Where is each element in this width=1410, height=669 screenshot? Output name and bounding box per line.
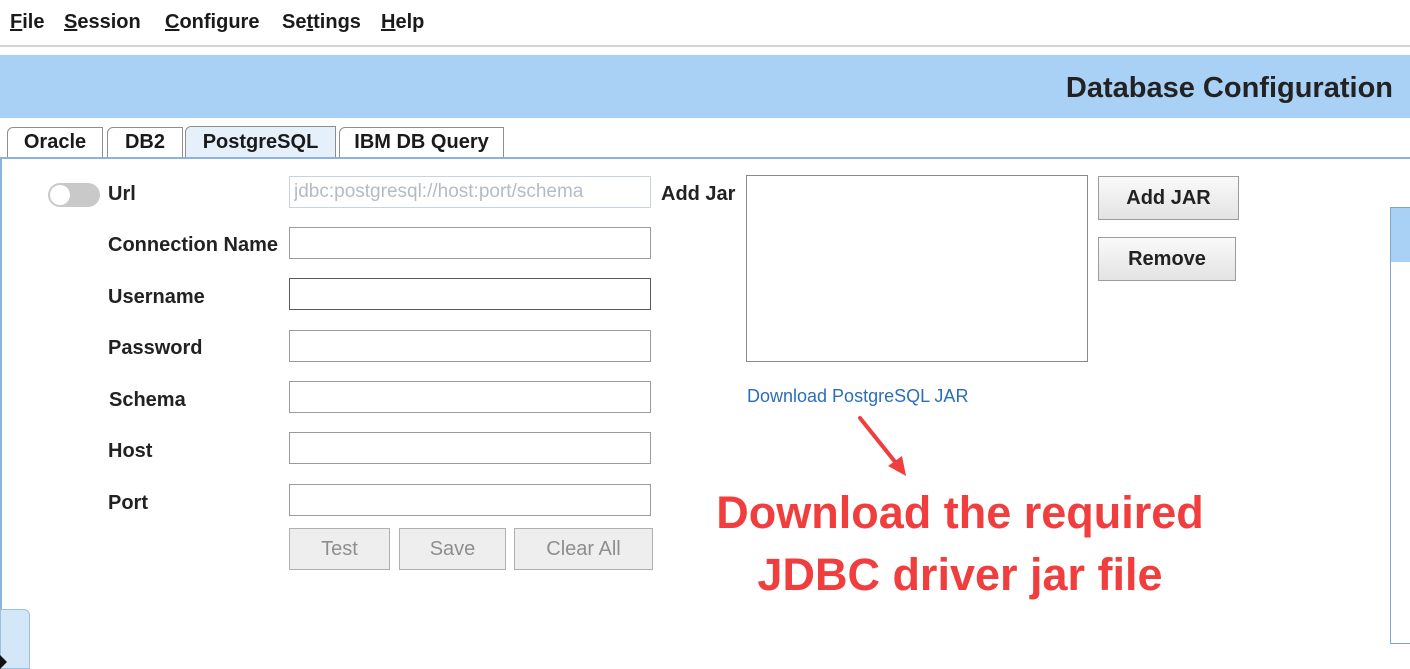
menu-configure[interactable]: Configure [165,11,259,34]
menu-session[interactable]: Session [64,11,141,34]
connection-name-input[interactable] [289,227,651,259]
page-title: Database Configuration [1065,72,1393,104]
connection-name-label: Connection Name [108,234,279,256]
jar-list[interactable] [746,175,1088,362]
username-input[interactable] [289,278,651,310]
menu-bar: File Session Configure Settings Help [0,0,1410,44]
username-label: Username [108,286,205,308]
right-panel-header [1391,208,1410,262]
annotation-line-2: JDBC driver jar file [757,549,1163,600]
remove-button[interactable]: Remove [1098,237,1236,281]
schema-input[interactable] [289,381,651,413]
add-jar-label: Add Jar [661,183,736,205]
host-input[interactable] [289,432,651,464]
port-label: Port [108,492,148,514]
menu-help[interactable]: Help [381,11,424,34]
url-toggle-switch[interactable] [48,183,100,207]
host-label: Host [108,440,153,462]
panel-top-border [0,157,1410,159]
menu-file[interactable]: File [10,11,44,34]
url-label: Url [108,183,136,205]
schema-label: Schema [109,389,186,411]
url-input[interactable] [289,176,651,208]
tab-oracle[interactable]: Oracle [7,127,103,157]
expand-arrow-icon[interactable] [0,655,7,669]
add-jar-button[interactable]: Add JAR [1098,176,1239,220]
clear-all-button[interactable]: Clear All [514,528,653,570]
annotation-text: Download the required JDBC driver jar fi… [680,482,1240,606]
tab-postgresql[interactable]: PostgreSQL [185,126,336,158]
menu-settings[interactable]: Settings [282,11,361,34]
password-input[interactable] [289,330,651,362]
toggle-knob [50,185,70,205]
download-postgresql-jar-link[interactable]: Download PostgreSQL JAR [747,386,968,407]
password-label: Password [108,337,203,359]
tab-ibm-db-query[interactable]: IBM DB Query [339,127,504,157]
tab-db2[interactable]: DB2 [107,127,183,157]
port-input[interactable] [289,484,651,516]
save-button[interactable]: Save [399,528,506,570]
annotation-line-1: Download the required [716,487,1204,538]
test-button[interactable]: Test [289,528,390,570]
annotation-arrow-icon [858,416,906,476]
menu-separator [0,45,1410,47]
right-side-panel [1390,207,1410,644]
page-header: Database Configuration [0,55,1410,118]
panel-left-border [0,159,2,669]
